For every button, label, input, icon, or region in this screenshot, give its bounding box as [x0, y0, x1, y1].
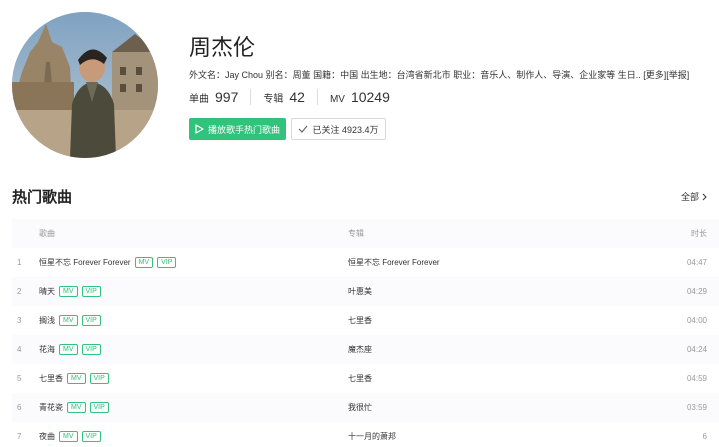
- row-index: 2: [17, 287, 22, 296]
- album-name[interactable]: 十一月的萧邦: [348, 432, 396, 441]
- occupation-label: 职业：: [453, 70, 481, 80]
- more-link[interactable]: [更多]: [643, 70, 666, 80]
- mv-tag[interactable]: MV: [134, 257, 154, 268]
- row-song: 搁浅 MV VIP: [39, 315, 348, 326]
- hot-songs-table: 歌曲 专辑 时长 1 恒星不忘 Forever Forever MV VIP 恒…: [12, 219, 719, 447]
- row-song: 恒星不忘 Forever Forever MV VIP: [39, 257, 348, 268]
- row-index: 5: [17, 374, 22, 383]
- view-all-link[interactable]: 全部: [681, 190, 707, 203]
- chevron-right-icon: [702, 193, 707, 200]
- mv-tag[interactable]: MV: [67, 373, 86, 384]
- row-song: 夜曲 MV VIP: [39, 431, 348, 442]
- artist-stats: 单曲 997 专辑 42 MV 10249: [189, 89, 390, 107]
- row-index: 1: [17, 258, 22, 267]
- play-hot-songs-button[interactable]: 播放歌手热门歌曲: [189, 118, 286, 140]
- stat-label: 单曲: [189, 94, 209, 105]
- stat-albums[interactable]: 专辑 42: [250, 89, 305, 105]
- song-title[interactable]: 恒星不忘 Forever Forever: [39, 257, 131, 268]
- vip-tag: VIP: [157, 257, 177, 268]
- artist-header: 周杰伦 外文名：Jay Chou 别名：周董 国籍：中国 出生地：台湾省新北市 …: [0, 0, 719, 160]
- row-song: 花海 MV VIP: [39, 344, 348, 355]
- header-song: 歌曲: [39, 229, 55, 238]
- stat-songs[interactable]: 单曲 997: [189, 89, 238, 105]
- song-title[interactable]: 青花瓷: [39, 402, 63, 413]
- foreign-name: Jay Chou: [225, 70, 264, 80]
- album-name[interactable]: 七里香: [348, 374, 372, 383]
- stat-label: 专辑: [263, 94, 284, 105]
- duration: 04:47: [686, 258, 707, 267]
- duration: 04:24: [686, 345, 707, 354]
- song-title[interactable]: 晴天: [39, 286, 55, 297]
- row-index: 4: [17, 345, 22, 354]
- duration: 04:29: [686, 287, 707, 296]
- table-row[interactable]: 4 花海 MV VIP 魔杰座 04:24: [12, 335, 719, 364]
- row-song: 晴天 MV VIP: [39, 286, 348, 297]
- vip-tag: VIP: [81, 344, 101, 355]
- birthplace: 台湾省新北市: [396, 70, 451, 80]
- duration: 04:59: [686, 374, 707, 383]
- vip-tag: VIP: [81, 286, 101, 297]
- report-link[interactable]: [举报]: [666, 70, 689, 80]
- follow-button-label: 已关注 4923.4万: [312, 124, 379, 135]
- artist-name: 周杰伦: [189, 35, 256, 60]
- table-row[interactable]: 2 晴天 MV VIP 叶惠美 04:29: [12, 277, 719, 306]
- row-index: 3: [17, 316, 22, 325]
- birthplace-label: 出生地：: [360, 70, 397, 80]
- row-index: 7: [17, 432, 22, 441]
- row-song: 青花瓷 MV VIP: [39, 402, 348, 413]
- duration: 04:00: [686, 316, 707, 325]
- view-all-label: 全部: [680, 192, 699, 202]
- album-name[interactable]: 叶惠美: [348, 287, 372, 296]
- stat-mv[interactable]: MV 10249: [316, 89, 390, 105]
- vip-tag: VIP: [81, 315, 101, 326]
- alias-label: 别名：: [265, 70, 293, 80]
- duration: 03:59: [686, 403, 707, 412]
- follow-button[interactable]: 已关注 4923.4万: [291, 118, 386, 140]
- artist-avatar[interactable]: [12, 12, 158, 158]
- play-icon: [195, 124, 204, 134]
- alias: 周董: [292, 70, 311, 80]
- occupation: 音乐人、制作人、导演、企业家等: [480, 70, 616, 80]
- song-title[interactable]: 夜曲: [39, 431, 55, 442]
- header-duration: 时长: [691, 229, 707, 238]
- album-name[interactable]: 七里香: [348, 316, 372, 325]
- table-header: 歌曲 专辑 时长: [12, 219, 719, 248]
- birthday-label: 生日..: [617, 70, 641, 80]
- foreign-name-label: 外文名：: [189, 70, 226, 80]
- song-title[interactable]: 七里香: [39, 373, 63, 384]
- stat-value: 997: [215, 89, 239, 105]
- artist-photo: [12, 12, 158, 158]
- play-button-label: 播放歌手热门歌曲: [207, 124, 280, 135]
- stat-value: 42: [289, 89, 305, 105]
- header-album: 专辑: [348, 229, 364, 238]
- row-song: 七里香 MV VIP: [39, 373, 348, 384]
- nationality-label: 国籍：: [313, 70, 341, 80]
- vip-tag: VIP: [89, 373, 109, 384]
- mv-tag[interactable]: MV: [59, 286, 78, 297]
- table-row[interactable]: 7 夜曲 MV VIP 十一月的萧邦 6: [12, 422, 719, 447]
- album-name[interactable]: 恒星不忘 Forever Forever: [348, 258, 440, 267]
- mv-tag[interactable]: MV: [59, 315, 78, 326]
- table-row[interactable]: 3 搁浅 MV VIP 七里香 04:00: [12, 306, 719, 335]
- vip-tag: VIP: [81, 431, 101, 442]
- check-icon: [299, 125, 308, 133]
- mv-tag[interactable]: MV: [67, 402, 86, 413]
- duration: 6: [702, 432, 707, 441]
- table-row[interactable]: 1 恒星不忘 Forever Forever MV VIP 恒星不忘 Forev…: [12, 248, 719, 277]
- table-row[interactable]: 5 七里香 MV VIP 七里香 04:59: [12, 364, 719, 393]
- mv-tag[interactable]: MV: [59, 344, 78, 355]
- table-row[interactable]: 6 青花瓷 MV VIP 我很忙 03:59: [12, 393, 719, 422]
- nationality: 中国: [340, 70, 359, 80]
- stat-value: 10249: [350, 89, 390, 105]
- mv-tag[interactable]: MV: [59, 431, 78, 442]
- album-name[interactable]: 我很忙: [348, 403, 372, 412]
- row-index: 6: [17, 403, 22, 412]
- song-title[interactable]: 花海: [39, 344, 55, 355]
- album-name[interactable]: 魔杰座: [348, 345, 372, 354]
- artist-info: 外文名：Jay Chou 别名：周董 国籍：中国 出生地：台湾省新北市 职业：音…: [189, 68, 714, 81]
- vip-tag: VIP: [89, 402, 109, 413]
- section-title: 热门歌曲: [12, 189, 73, 206]
- stat-label: MV: [329, 94, 345, 105]
- song-title[interactable]: 搁浅: [39, 315, 55, 326]
